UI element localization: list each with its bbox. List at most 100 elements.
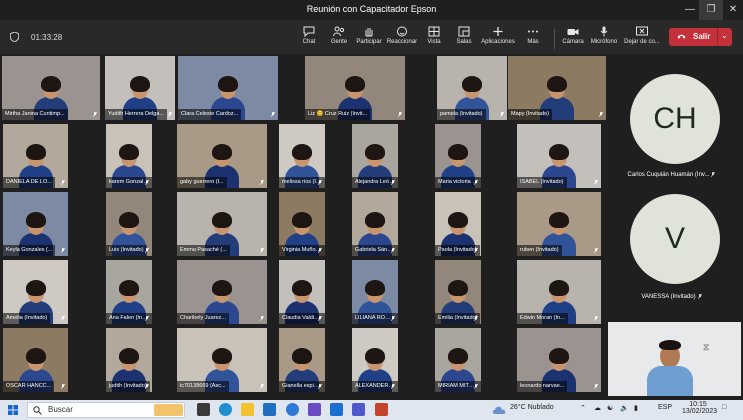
participant-video-tile[interactable]: judith (Invitado) [106, 328, 152, 392]
mail-icon[interactable] [330, 403, 343, 416]
mic-muted-icon [318, 316, 322, 321]
battery-icon[interactable]: ▮ [634, 404, 638, 412]
participant-name-text: Paola (Invitado) [438, 247, 477, 253]
hair [292, 212, 312, 228]
participant-name: leonardo narvae... [517, 381, 568, 392]
hair [25, 280, 46, 296]
react-button[interactable]: Reaccionar [385, 26, 419, 52]
task-view-icon[interactable] [197, 403, 210, 416]
participant-video-tile[interactable]: Emma Pasaché (... [177, 192, 267, 256]
mic-muted-icon [318, 384, 322, 389]
search-icon [33, 406, 42, 415]
windows-taskbar: Buscar 26°C Nublado ⌃ ☁ ☯ 🔈 ▮ ESP 10:15 1… [0, 400, 743, 420]
participant-video-tile[interactable]: pamela (Invitado) [437, 56, 507, 120]
windows-start-icon[interactable] [8, 405, 18, 415]
participant-name-text: Amelia (Invitado) [6, 315, 48, 321]
mic-muted-icon [145, 180, 149, 185]
tray-chevron-icon[interactable]: ⌃ [580, 404, 586, 412]
language-indicator[interactable]: ESP [658, 404, 672, 411]
participant-video-tile[interactable]: Claudia Valdivie... [279, 260, 325, 324]
mic-muted-icon [271, 112, 275, 117]
participant-video-tile[interactable]: Edwin Moran (In... [517, 260, 601, 324]
participant-video-tile[interactable]: MIRIAM MITMA... [435, 328, 481, 392]
participant-video-tile[interactable]: OSCAR HANCC... [3, 328, 68, 392]
people-label: Gente [330, 39, 348, 45]
participant-video-tile[interactable]: Clara Celeste Cardoz... [178, 56, 278, 120]
participant-video-tile[interactable]: Paola (Invitado) [435, 192, 481, 256]
chrome-icon[interactable] [286, 403, 299, 416]
participant-video-tile[interactable]: Luis (Invitado) [106, 192, 152, 256]
hair [462, 76, 482, 92]
presenter-video[interactable]: ⧖ [608, 322, 741, 396]
onedrive-icon[interactable]: ☁ [594, 404, 601, 412]
hair [119, 348, 139, 364]
taskbar-search[interactable]: Buscar [27, 402, 185, 418]
people-icon [333, 26, 345, 37]
clock[interactable]: 10:15 13/02/2023 [682, 401, 717, 415]
wifi-icon[interactable]: ☯ [607, 404, 613, 412]
copilot-icon[interactable] [308, 403, 321, 416]
participant-video-tile[interactable]: karem Gonzalez... [106, 124, 152, 188]
chevron-down-icon[interactable]: ⌄ [721, 31, 728, 40]
participant-video-tile[interactable]: gaby guerrero (I... [177, 124, 267, 188]
participant-video-tile[interactable]: Mapy (Invitado) [508, 56, 606, 120]
close-button[interactable]: ✕ [721, 0, 743, 20]
camera-button[interactable]: Cámara [556, 26, 590, 52]
camera-label: Cámara [562, 39, 584, 45]
volume-icon[interactable]: 🔈 [620, 404, 629, 412]
notifications-icon[interactable]: □ [722, 404, 726, 411]
meeting-timer: 01:33:28 [31, 33, 63, 42]
participant-video-tile[interactable]: Liz 😊 Cruz Ruiz (Invit... [305, 56, 405, 120]
view-label: Vista [427, 39, 441, 45]
participant-video-tile[interactable]: ALEXANDER (... [352, 328, 398, 392]
participant-video-tile[interactable]: Amelia (Invitado) [3, 260, 68, 324]
participant-video-tile[interactable]: Virginia Muñoz ... [279, 192, 325, 256]
participant-video-tile[interactable]: ISABEL (Invitado) [517, 124, 601, 188]
participant-video-tile[interactable]: Mirtha Janina Cuntimp... [2, 56, 100, 120]
store-icon[interactable] [263, 403, 276, 416]
participant-name: Emma Pasaché (... [177, 245, 230, 256]
participant-video-tile[interactable]: leonardo narvae... [517, 328, 601, 392]
participant-video-tile[interactable]: Yudith Herrera Delga... [105, 56, 175, 120]
powerpoint-icon[interactable] [375, 403, 388, 416]
rooms-button[interactable]: Salas [447, 26, 481, 52]
participant-video-tile[interactable]: Emilia (Invitado) [435, 260, 481, 324]
microphone-button[interactable]: Micrófono [587, 26, 621, 52]
file-explorer-icon[interactable] [241, 403, 254, 416]
participant-video-tile[interactable]: Gabriela Sánche... [352, 192, 398, 256]
participant-video-tile[interactable]: melissa rios (Invi... [279, 124, 325, 188]
participant-video-tile[interactable]: Charibely Juarez... [177, 260, 267, 324]
participant-video-tile[interactable]: Keyla Gonzales (... [3, 192, 68, 256]
body [647, 366, 693, 396]
participant-video-tile[interactable]: ic70138669 (Asc... [177, 328, 267, 392]
participant-name: ic70138669 (Asc... [177, 381, 229, 392]
participant-video-tile[interactable]: DANIELA DE LO... [3, 124, 68, 188]
participant-video-tile[interactable]: Gianella espinoz... [279, 328, 325, 392]
participant-video-tile[interactable]: ruben (Invitado) [517, 192, 601, 256]
mic-muted-icon [474, 384, 478, 389]
participant-name: Clara Celeste Cardoz... [178, 109, 242, 120]
hair [365, 348, 385, 364]
people-button[interactable]: Gente [322, 26, 356, 52]
leave-button[interactable]: Salir ⌄ [669, 28, 732, 46]
apps-button[interactable]: Aplicaciones [481, 26, 515, 52]
stop-sharing-button[interactable]: Dejar de co... [623, 26, 661, 52]
edge-icon[interactable] [219, 403, 232, 416]
mic-muted-icon [318, 248, 322, 253]
raise-hand-button[interactable]: Participar [352, 26, 386, 52]
participant-video-tile[interactable]: Maria victoria (I... [435, 124, 481, 188]
microphone-icon [600, 26, 608, 37]
hair [448, 144, 468, 160]
participant-video-tile[interactable]: Ana Falen (Invita... [106, 260, 152, 324]
participant-video-tile[interactable]: LILIANA ROMER... [352, 260, 398, 324]
more-button[interactable]: Más [516, 26, 550, 52]
participant-video-tile[interactable]: Alejandra León (... [352, 124, 398, 188]
video-grid: Mirtha Janina Cuntimp... Yudith Herrera D… [0, 54, 743, 400]
view-button[interactable]: Vista [417, 26, 451, 52]
mic-muted-icon [474, 316, 478, 321]
participant-avatar-ch: CH [630, 74, 720, 164]
restore-button[interactable]: ❐ [699, 0, 723, 20]
chat-button[interactable]: Chat [292, 26, 326, 52]
cloud-icon [492, 406, 506, 414]
teams-icon[interactable] [352, 403, 365, 416]
